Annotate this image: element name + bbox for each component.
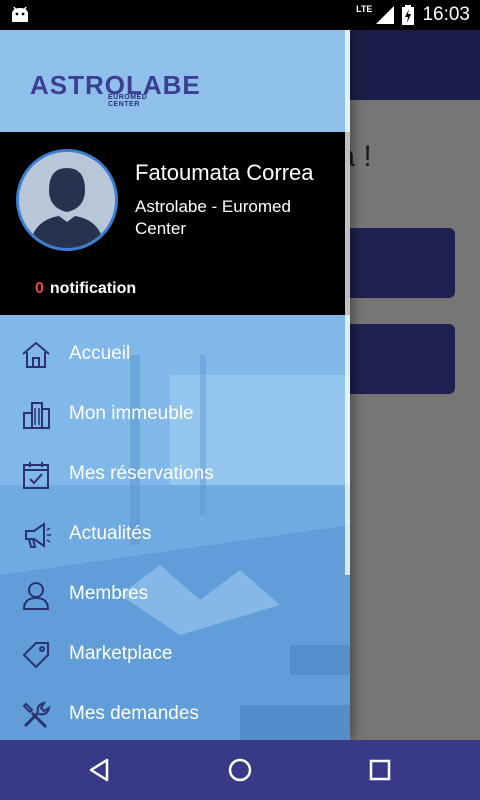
network-type: LTE — [356, 4, 373, 14]
notification-link[interactable]: 0 notification — [35, 280, 136, 298]
user-silhouette-icon — [19, 152, 115, 248]
menu-item-mes-reservations[interactable]: Mes réservations — [0, 445, 350, 505]
menu-item-label: Mes demandes — [69, 703, 199, 724]
back-icon[interactable] — [85, 755, 115, 785]
menu-item-mes-demandes[interactable]: Mes demandes — [0, 685, 350, 740]
astrolabe-logo: ASTROLABE EUROMED CENTER — [30, 70, 200, 108]
notification-label: notification — [49, 280, 137, 297]
menu-item-label: Membres — [69, 583, 149, 604]
avatar[interactable] — [16, 149, 118, 251]
notification-count: 0 — [35, 280, 44, 297]
megaphone-icon — [25, 522, 51, 548]
user-profile[interactable]: Fatoumata Correa Astrolabe - Euromed Cen… — [0, 132, 350, 315]
menu-item-mon-immeuble[interactable]: Mon immeuble — [0, 385, 350, 445]
menu-item-label: Mes réservations — [69, 463, 214, 484]
menu-item-label: Marketplace — [69, 643, 173, 664]
menu-item-marketplace[interactable]: Marketplace — [0, 625, 350, 685]
drawer-header: ASTROLABE EUROMED CENTER — [0, 30, 350, 132]
menu-item-label: Actualités — [69, 523, 152, 544]
calendar-check-icon — [23, 462, 49, 489]
menu-item-accueil[interactable]: Accueil — [0, 325, 350, 385]
building-icon — [23, 402, 50, 429]
drawer-menu: Accueil Mon immeuble Mes réservations Ac… — [0, 315, 350, 740]
drawer-scrollbar[interactable] — [345, 30, 350, 575]
signal-icon — [376, 6, 395, 24]
system-nav-bar — [0, 740, 480, 800]
status-bar: LTE 16:03 — [0, 0, 480, 30]
home-icon — [22, 341, 50, 368]
android-icon — [12, 6, 28, 22]
user-company: Astrolabe - Euromed Center — [135, 197, 291, 238]
person-icon — [22, 582, 50, 610]
clock: 16:03 — [422, 4, 470, 25]
tools-icon — [22, 701, 51, 729]
menu-item-actualites[interactable]: Actualités — [0, 505, 350, 565]
tag-icon — [22, 642, 49, 669]
battery-charging-icon — [402, 5, 415, 25]
user-name: Fatoumata Correa — [135, 160, 314, 185]
menu-item-label: Accueil — [69, 343, 131, 364]
home-circle-icon[interactable] — [225, 755, 255, 785]
menu-item-membres[interactable]: Membres — [0, 565, 350, 625]
menu-item-label: Mon immeuble — [69, 403, 194, 424]
navigation-drawer: ASTROLABE EUROMED CENTER Fatoumata Corre… — [0, 30, 350, 740]
recents-icon[interactable] — [365, 755, 395, 785]
logo-subtext: EUROMED CENTER — [108, 94, 148, 108]
